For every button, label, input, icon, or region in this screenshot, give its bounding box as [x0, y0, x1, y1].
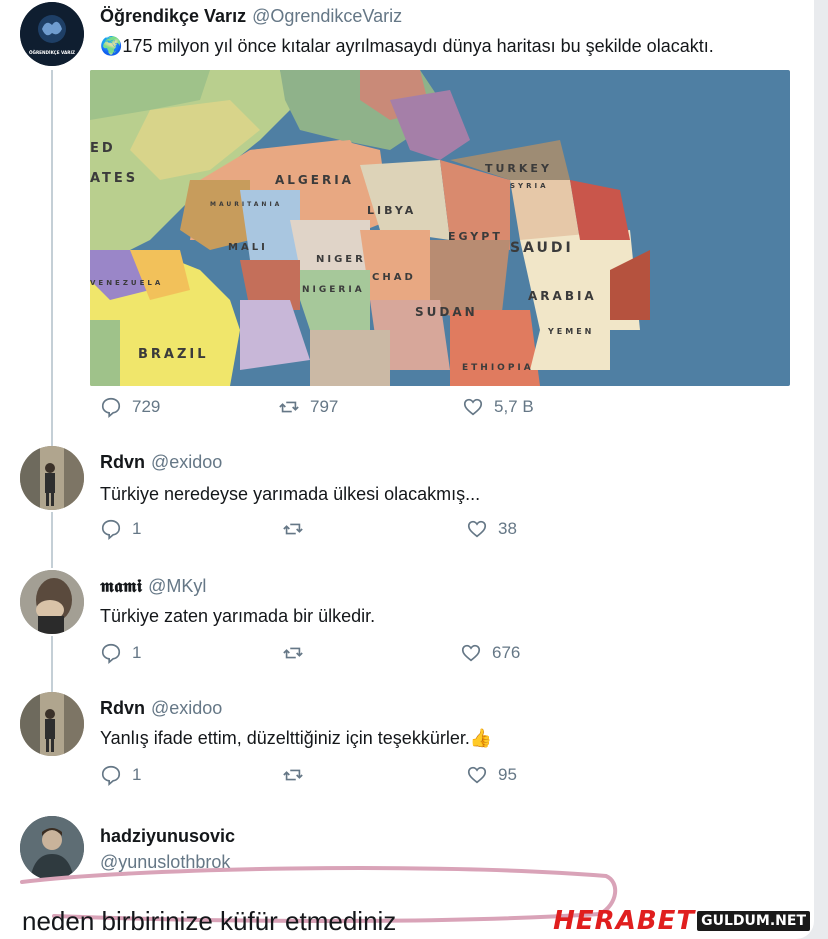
author-name[interactable]: Öğrendikçe Varız: [100, 6, 246, 26]
watermark-brand: HERABET: [553, 906, 696, 936]
reply-action[interactable]: 729: [100, 396, 160, 418]
retweet-action[interactable]: [282, 642, 314, 664]
like-action[interactable]: 5,7 B: [462, 396, 534, 418]
author-name[interactable]: hadziyunusovic: [100, 826, 235, 846]
pangaea-map: ED ATES ALGERIA LIBYA EGYPT TURKEY SYRIA…: [90, 70, 790, 386]
heart-icon: [461, 644, 481, 662]
tweet-actions: 1 676: [100, 642, 600, 668]
retweet-icon: [279, 401, 299, 413]
avatar-caption: ÖĞRENDİKÇE VARIZ: [29, 50, 75, 55]
avatar[interactable]: [20, 446, 84, 510]
map-label-nigeria: NIGERIA: [302, 285, 365, 295]
heart-icon: [467, 766, 487, 784]
author-name[interactable]: Rdvn: [100, 698, 145, 718]
author-handle[interactable]: @exidoo: [151, 698, 222, 718]
tweet-actions: 729 797 5,7 B: [100, 396, 600, 422]
map-label-egypt: EGYPT: [448, 230, 503, 243]
map-label-turkey: TURKEY: [485, 162, 552, 175]
map-label-ed: ED: [90, 141, 116, 156]
reply-icon: [101, 519, 121, 540]
like-action[interactable]: 676: [460, 642, 520, 664]
reply-count: 1: [132, 519, 142, 538]
like-count: 38: [498, 519, 517, 538]
map-label-niger: NIGER: [316, 254, 366, 265]
avatar[interactable]: [20, 692, 84, 756]
like-count: 95: [498, 765, 517, 784]
retweet-action[interactable]: [282, 764, 314, 786]
like-count: 5,7 B: [494, 397, 534, 416]
retweet-action[interactable]: 797: [278, 396, 338, 418]
heart-icon: [467, 520, 487, 538]
retweet-icon: [283, 769, 303, 781]
tweet-actions: 1 38: [100, 518, 600, 544]
globe-emoji-icon: 🌍: [100, 36, 123, 56]
reply-tweet[interactable]: 𝖒𝖆𝖒𝖎 @MKyl Türkiye zaten yarımada bir ülk…: [0, 570, 814, 680]
map-label-arabia: ARABIA: [528, 289, 597, 303]
reply-action[interactable]: 1: [100, 764, 141, 786]
tweet-text-line: Yanlış ifade ettim, düzelttiğiniz için t…: [100, 728, 492, 749]
tweet-text-line: 🌍175 milyon yıl önce kıtalar ayrılmasayd…: [100, 36, 714, 57]
reply-tweet[interactable]: Rdvn @exidoo Yanlış ifade ettim, düzeltti…: [0, 692, 814, 802]
map-label-mauritania: MAURITANIA: [210, 201, 282, 208]
author-handle[interactable]: @exidoo: [151, 452, 222, 472]
author-line: Rdvn @exidoo: [100, 452, 222, 473]
reply-icon: [101, 643, 121, 664]
reply-count: 1: [132, 765, 142, 784]
tweet-thread-screenshot: ÖĞRENDİKÇE VARIZ Öğrendikçe Varız @Ogrend…: [0, 0, 814, 939]
map-label-sudan: SUDAN: [415, 305, 478, 319]
like-action[interactable]: 38: [466, 518, 517, 540]
reply-count: 1: [132, 643, 142, 662]
author-line: 𝖒𝖆𝖒𝖎 @MKyl: [100, 576, 206, 597]
thumbs-up-emoji-icon: 👍: [469, 728, 493, 748]
author-line: Öğrendikçe Varız @OgrendikceVariz: [100, 6, 402, 27]
avatar[interactable]: ÖĞRENDİKÇE VARIZ: [20, 2, 84, 66]
reply-action[interactable]: 1: [100, 518, 141, 540]
tweet-text: 175 milyon yıl önce kıtalar ayrılmasaydı…: [122, 36, 714, 56]
avatar[interactable]: [20, 570, 84, 634]
map-label-libya: LIBYA: [367, 204, 416, 217]
map-label-syria: SYRIA: [510, 182, 549, 190]
reply-tweet[interactable]: Rdvn @exidoo Türkiye neredeyse yarımada ü…: [0, 446, 814, 556]
map-label-chad: CHAD: [372, 272, 416, 283]
tweet-actions: 1 95: [100, 764, 600, 790]
original-tweet[interactable]: ÖĞRENDİKÇE VARIZ Öğrendikçe Varız @Ogrend…: [0, 0, 814, 430]
map-label-yemen: YEMEN: [547, 327, 594, 336]
author-line: Rdvn @exidoo: [100, 698, 222, 719]
map-label-brazil: BRAZIL: [138, 347, 209, 362]
map-label-ethiopia: ETHIOPIA: [462, 363, 534, 373]
map-image[interactable]: ED ATES ALGERIA LIBYA EGYPT TURKEY SYRIA…: [90, 70, 790, 386]
retweet-action[interactable]: [282, 518, 314, 540]
author-line: hadziyunusovic: [100, 826, 235, 847]
reply-icon: [101, 397, 121, 418]
map-label-mali: MALI: [228, 242, 268, 253]
heart-icon: [463, 398, 483, 416]
author-name[interactable]: Rdvn: [100, 452, 145, 472]
watermark: HERABET GULDUM.NET: [553, 905, 810, 937]
tweet-text: Türkiye neredeyse yarımada ülkesi olacak…: [100, 484, 481, 504]
author-handle[interactable]: @MKyl: [148, 576, 206, 596]
reply-action[interactable]: 1: [100, 642, 141, 664]
retweet-count: 797: [310, 397, 339, 416]
reply-count: 729: [132, 397, 161, 416]
tweet-text: Yanlış ifade ettim, düzelttiğiniz için t…: [100, 728, 470, 748]
retweet-icon: [283, 523, 303, 535]
map-label-venezuela: VENEZUELA: [90, 279, 163, 287]
map-label-algeria: ALGERIA: [275, 173, 354, 187]
tweet-text: Türkiye zaten yarımada bir ülkedir.: [100, 606, 376, 626]
retweet-icon: [283, 647, 303, 659]
watermark-site: GULDUM.NET: [697, 911, 810, 931]
like-action[interactable]: 95: [466, 764, 517, 786]
map-label-saudi: SAUDI: [510, 240, 574, 256]
reply-icon: [101, 765, 121, 786]
map-label-ates: ATES: [90, 171, 138, 186]
author-handle[interactable]: @OgrendikceVariz: [252, 6, 402, 26]
author-name[interactable]: 𝖒𝖆𝖒𝖎: [100, 576, 142, 597]
like-count: 676: [492, 643, 521, 662]
comment-text: neden birbirinize küfür etmediniz: [22, 906, 397, 936]
